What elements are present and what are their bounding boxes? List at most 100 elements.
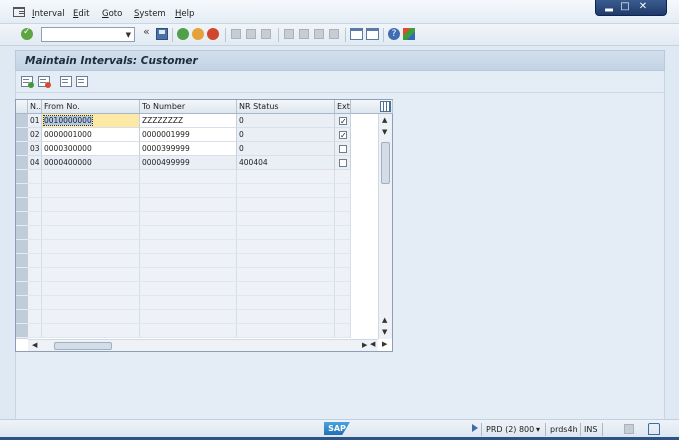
empty-cell — [42, 324, 140, 338]
divider — [345, 28, 346, 42]
delete-row-icon[interactable] — [38, 76, 51, 88]
enter-check-icon[interactable] — [21, 27, 33, 40]
column-header-to-number[interactable]: To Number — [140, 100, 237, 114]
layout-menu-icon[interactable] — [403, 28, 415, 40]
scroll-right-icon[interactable]: ▶ — [362, 341, 367, 349]
row-selector[interactable] — [16, 240, 28, 254]
empty-cell — [335, 184, 351, 198]
scroll-left-icon[interactable]: ◀ — [32, 341, 37, 349]
menu-help[interactable]: Help — [175, 9, 194, 19]
insert-row-icon[interactable] — [21, 76, 34, 88]
divider — [383, 28, 384, 42]
sap-logo: SAP — [324, 422, 350, 435]
nr-status-field: 0 — [237, 142, 335, 156]
from-number-field: 0000400000 — [42, 156, 140, 170]
shortcut-icon[interactable] — [366, 28, 379, 40]
intervals-table: N.. From No. To Number NR Status Ext 01 … — [15, 99, 393, 352]
menu-edit[interactable]: Edit — [73, 9, 89, 19]
row-selector[interactable] — [16, 268, 28, 282]
scroll-down-icon[interactable]: ▼ — [382, 128, 387, 136]
scroll-up-icon[interactable]: ▲ — [382, 316, 387, 324]
scroll-down-icon[interactable]: ▼ — [382, 328, 387, 336]
exit-icon[interactable] — [192, 28, 204, 40]
empty-cell — [335, 170, 351, 184]
select-all-icon[interactable] — [60, 76, 72, 87]
empty-cell — [335, 198, 351, 212]
row-selector[interactable] — [16, 212, 28, 226]
vertical-scroll-thumb[interactable] — [381, 142, 390, 184]
column-header-external[interactable]: Ext — [335, 100, 351, 114]
external-checkbox[interactable] — [339, 145, 347, 153]
row-selector[interactable] — [16, 324, 28, 338]
external-checkbox[interactable] — [339, 159, 347, 167]
row-selector[interactable] — [16, 114, 28, 128]
system-dropdown-icon[interactable]: ▾ — [536, 425, 540, 434]
history-icon[interactable]: « — [143, 25, 155, 38]
horizontal-scroll-thumb[interactable] — [54, 342, 112, 350]
cancel-icon[interactable] — [207, 28, 219, 40]
row-selector[interactable] — [16, 198, 28, 212]
from-number-field[interactable]: 0000001000 — [42, 128, 140, 142]
new-session-icon[interactable] — [350, 28, 363, 40]
chevron-down-icon[interactable]: ▼ — [126, 31, 131, 39]
empty-cell — [237, 282, 335, 296]
maximize-icon[interactable]: □ — [618, 1, 632, 13]
row-selector[interactable] — [16, 184, 28, 198]
row-selector[interactable] — [16, 128, 28, 142]
external-cell: ✓ — [335, 128, 351, 142]
column-header-number[interactable]: N.. — [28, 100, 42, 114]
empty-cell — [140, 198, 237, 212]
row-selector[interactable] — [16, 170, 28, 184]
external-cell: ✓ — [335, 114, 351, 128]
status-toggle-icon[interactable] — [472, 424, 478, 432]
minimize-icon[interactable]: ▂ — [602, 1, 616, 13]
column-header-nr-status[interactable]: NR Status — [237, 100, 335, 114]
to-number-field[interactable]: 0000399999 — [140, 142, 237, 156]
vertical-scrollbar[interactable]: ▲ ▼ ▲ ▼ — [378, 114, 392, 339]
from-number-field[interactable]: 0000300000 — [42, 142, 140, 156]
deselect-all-icon[interactable] — [76, 76, 88, 87]
empty-cell — [28, 226, 42, 240]
row-selector[interactable] — [16, 310, 28, 324]
empty-cell — [140, 310, 237, 324]
row-selector[interactable] — [16, 254, 28, 268]
scroll-right-icon[interactable]: ▶ — [382, 340, 387, 348]
find-icon — [246, 29, 256, 39]
command-field[interactable]: ▼ — [41, 27, 135, 42]
menu-goto[interactable]: Goto — [102, 9, 122, 19]
menu-interval[interactable]: Interval — [32, 9, 65, 19]
window-controls: ▂ □ ✕ — [595, 0, 667, 16]
table-settings-icon[interactable] — [380, 101, 391, 112]
menu-system[interactable]: System — [134, 9, 166, 19]
input-mode[interactable]: INS — [584, 425, 597, 434]
empty-cell — [140, 282, 237, 296]
row-selector[interactable] — [16, 226, 28, 240]
to-number-field[interactable]: 0000001999 — [140, 128, 237, 142]
nr-status-field: 0 — [237, 114, 335, 128]
row-selector[interactable] — [16, 296, 28, 310]
horizontal-scrollbar[interactable]: ◀ ▶ — [28, 339, 378, 351]
divider — [545, 423, 546, 436]
external-checkbox[interactable]: ✓ — [339, 117, 347, 126]
menu-icon[interactable] — [13, 7, 25, 17]
row-selector[interactable] — [16, 282, 28, 296]
row-selector[interactable] — [16, 142, 28, 156]
empty-cell — [42, 170, 140, 184]
help-icon[interactable]: ? — [388, 28, 400, 40]
back-icon[interactable] — [177, 28, 189, 40]
menu-bar: Interval Edit Goto System Help ▂ □ ✕ — [0, 0, 679, 24]
page-title: Maintain Intervals: Customer — [25, 55, 198, 67]
empty-cell — [42, 184, 140, 198]
scroll-up-icon[interactable]: ▲ — [382, 116, 387, 124]
column-header-from-number[interactable]: From No. — [42, 100, 140, 114]
to-number-field[interactable]: ZZZZZZZZ — [140, 114, 237, 128]
scroll-left-icon[interactable]: ◀ — [370, 340, 375, 348]
empty-cell — [28, 184, 42, 198]
external-checkbox[interactable]: ✓ — [339, 131, 347, 140]
lock-icon[interactable] — [648, 423, 660, 435]
close-icon[interactable]: ✕ — [636, 1, 650, 13]
row-selector[interactable] — [16, 156, 28, 170]
save-icon[interactable] — [156, 28, 168, 40]
empty-cell — [42, 212, 140, 226]
from-number-field[interactable]: 0010000000 — [42, 114, 140, 128]
